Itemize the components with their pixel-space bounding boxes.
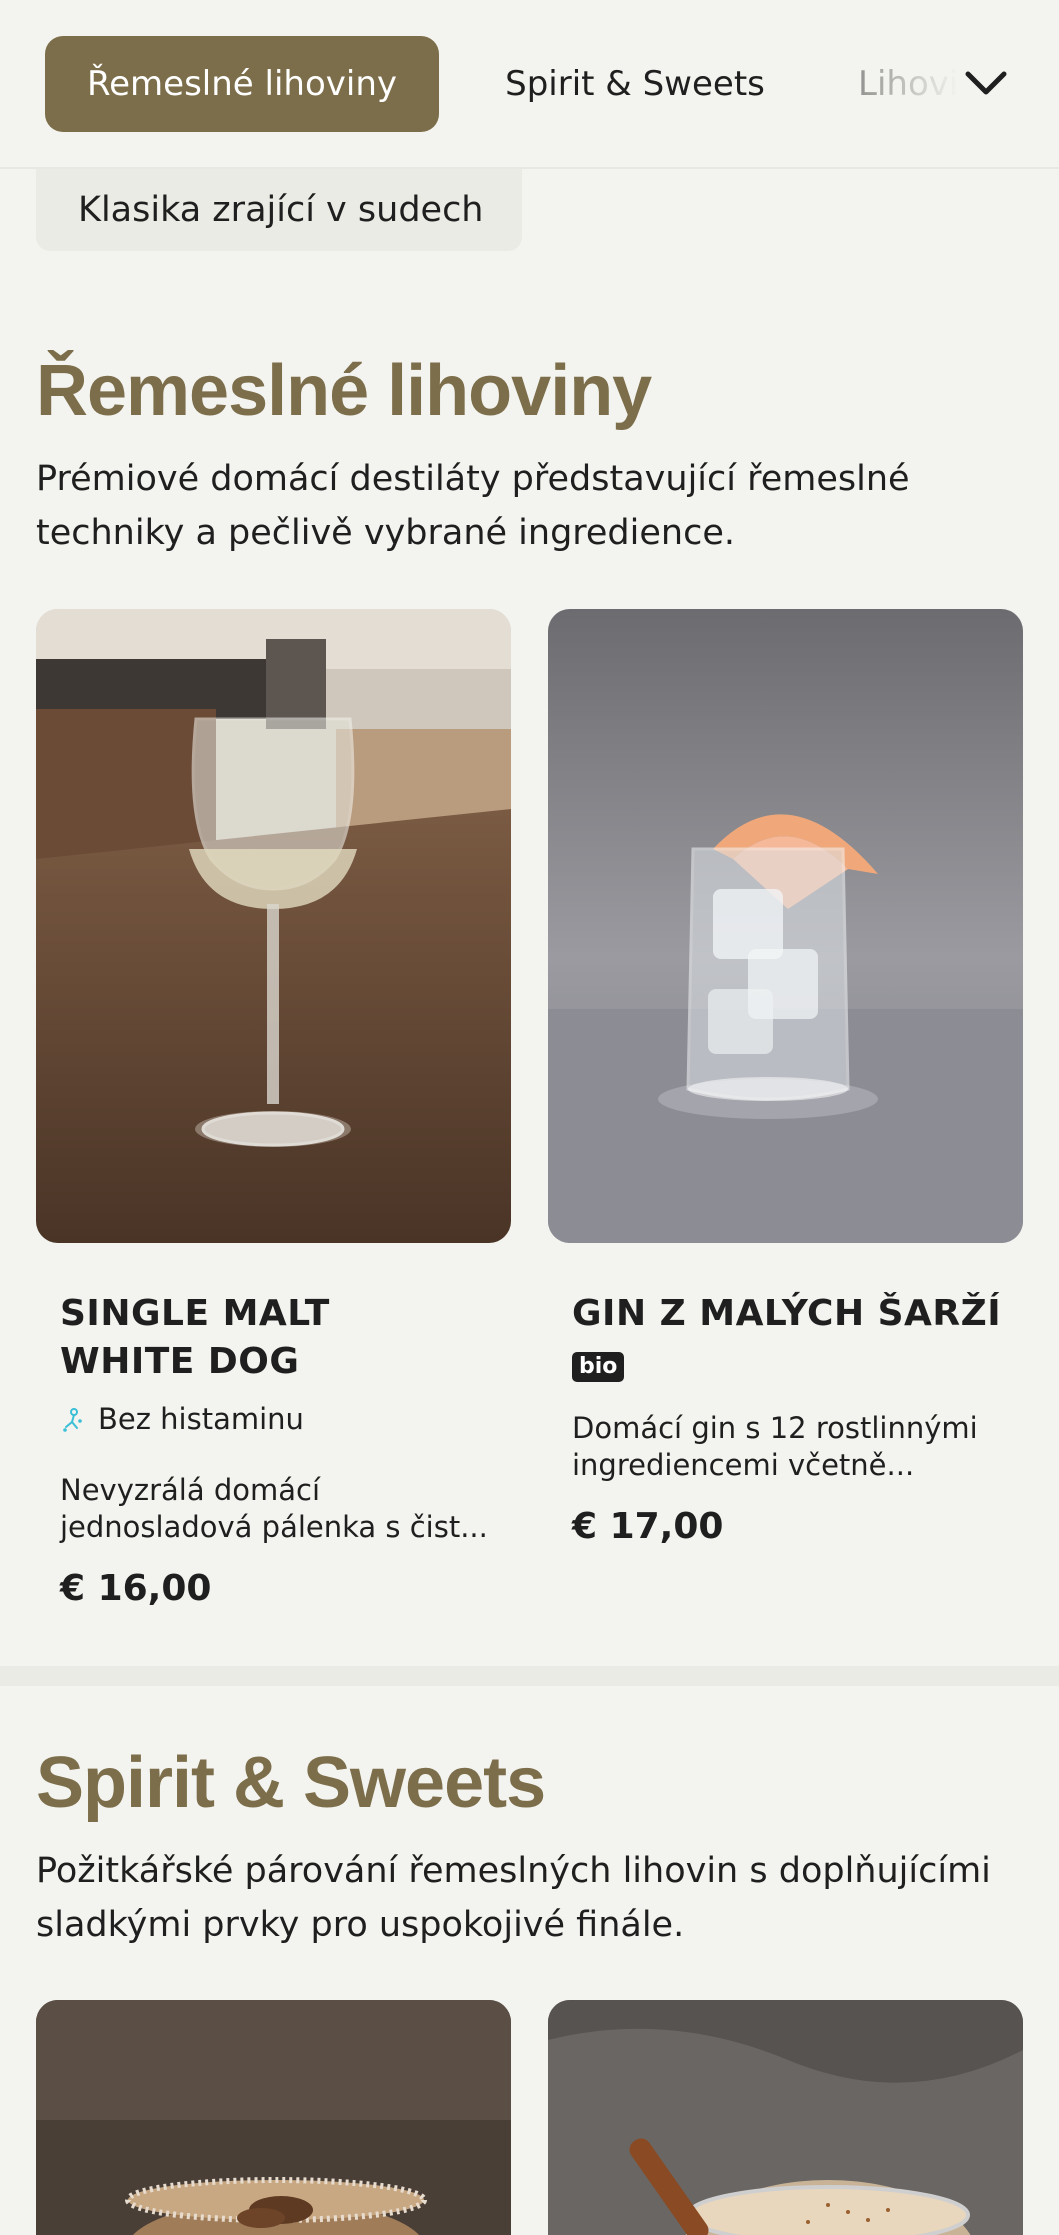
section-title: Řemeslné lihoviny <box>36 351 652 431</box>
section-title: Spirit & Sweets <box>36 1743 546 1823</box>
product-description: Domácí gin s 12 rostlinnými ingrediencem… <box>572 1411 978 1482</box>
bio-badge: bio <box>572 1352 625 1382</box>
category-nav: Řemeslné lihoviny Spirit & Sweets Lihovi… <box>0 0 1059 169</box>
section-description: Požitkářské párování řemeslných lihovin … <box>36 1851 991 1945</box>
section-description: Prémiové domácí destiláty představující … <box>36 459 910 553</box>
product-price: € 17,00 <box>572 1506 724 1547</box>
product-image-dessert-cocktail[interactable] <box>36 2000 511 2235</box>
chevron-down-icon[interactable] <box>960 62 1012 106</box>
category-tab-lihoviny[interactable]: Lihoviny <box>858 36 958 132</box>
allergen-label: Bez histaminu <box>60 1402 304 1436</box>
product-price: € 16,00 <box>60 1568 212 1609</box>
product-image-wine-glass[interactable] <box>36 609 511 1243</box>
histamine-free-icon <box>60 1406 86 1432</box>
allergen-text: Bez histaminu <box>98 1402 304 1436</box>
section-divider <box>0 1666 1059 1686</box>
category-tab-spirit-sweets[interactable]: Spirit & Sweets <box>475 36 795 132</box>
product-image-cinnamon-drink[interactable] <box>548 2000 1023 2235</box>
product-image-gin-tonic[interactable] <box>548 609 1023 1243</box>
category-tab-remeslne-lihoviny[interactable]: Řemeslné lihoviny <box>45 36 439 132</box>
subcategory-chip[interactable]: Klasika zrající v sudech <box>36 169 522 251</box>
product-name[interactable]: GIN Z MALÝCH ŠARŽÍ <box>572 1290 1002 1338</box>
product-name[interactable]: SINGLE MALT WHITE DOG <box>60 1290 470 1386</box>
product-description: Nevyzrálá domácí jednosladová pálenka s … <box>60 1473 488 1544</box>
